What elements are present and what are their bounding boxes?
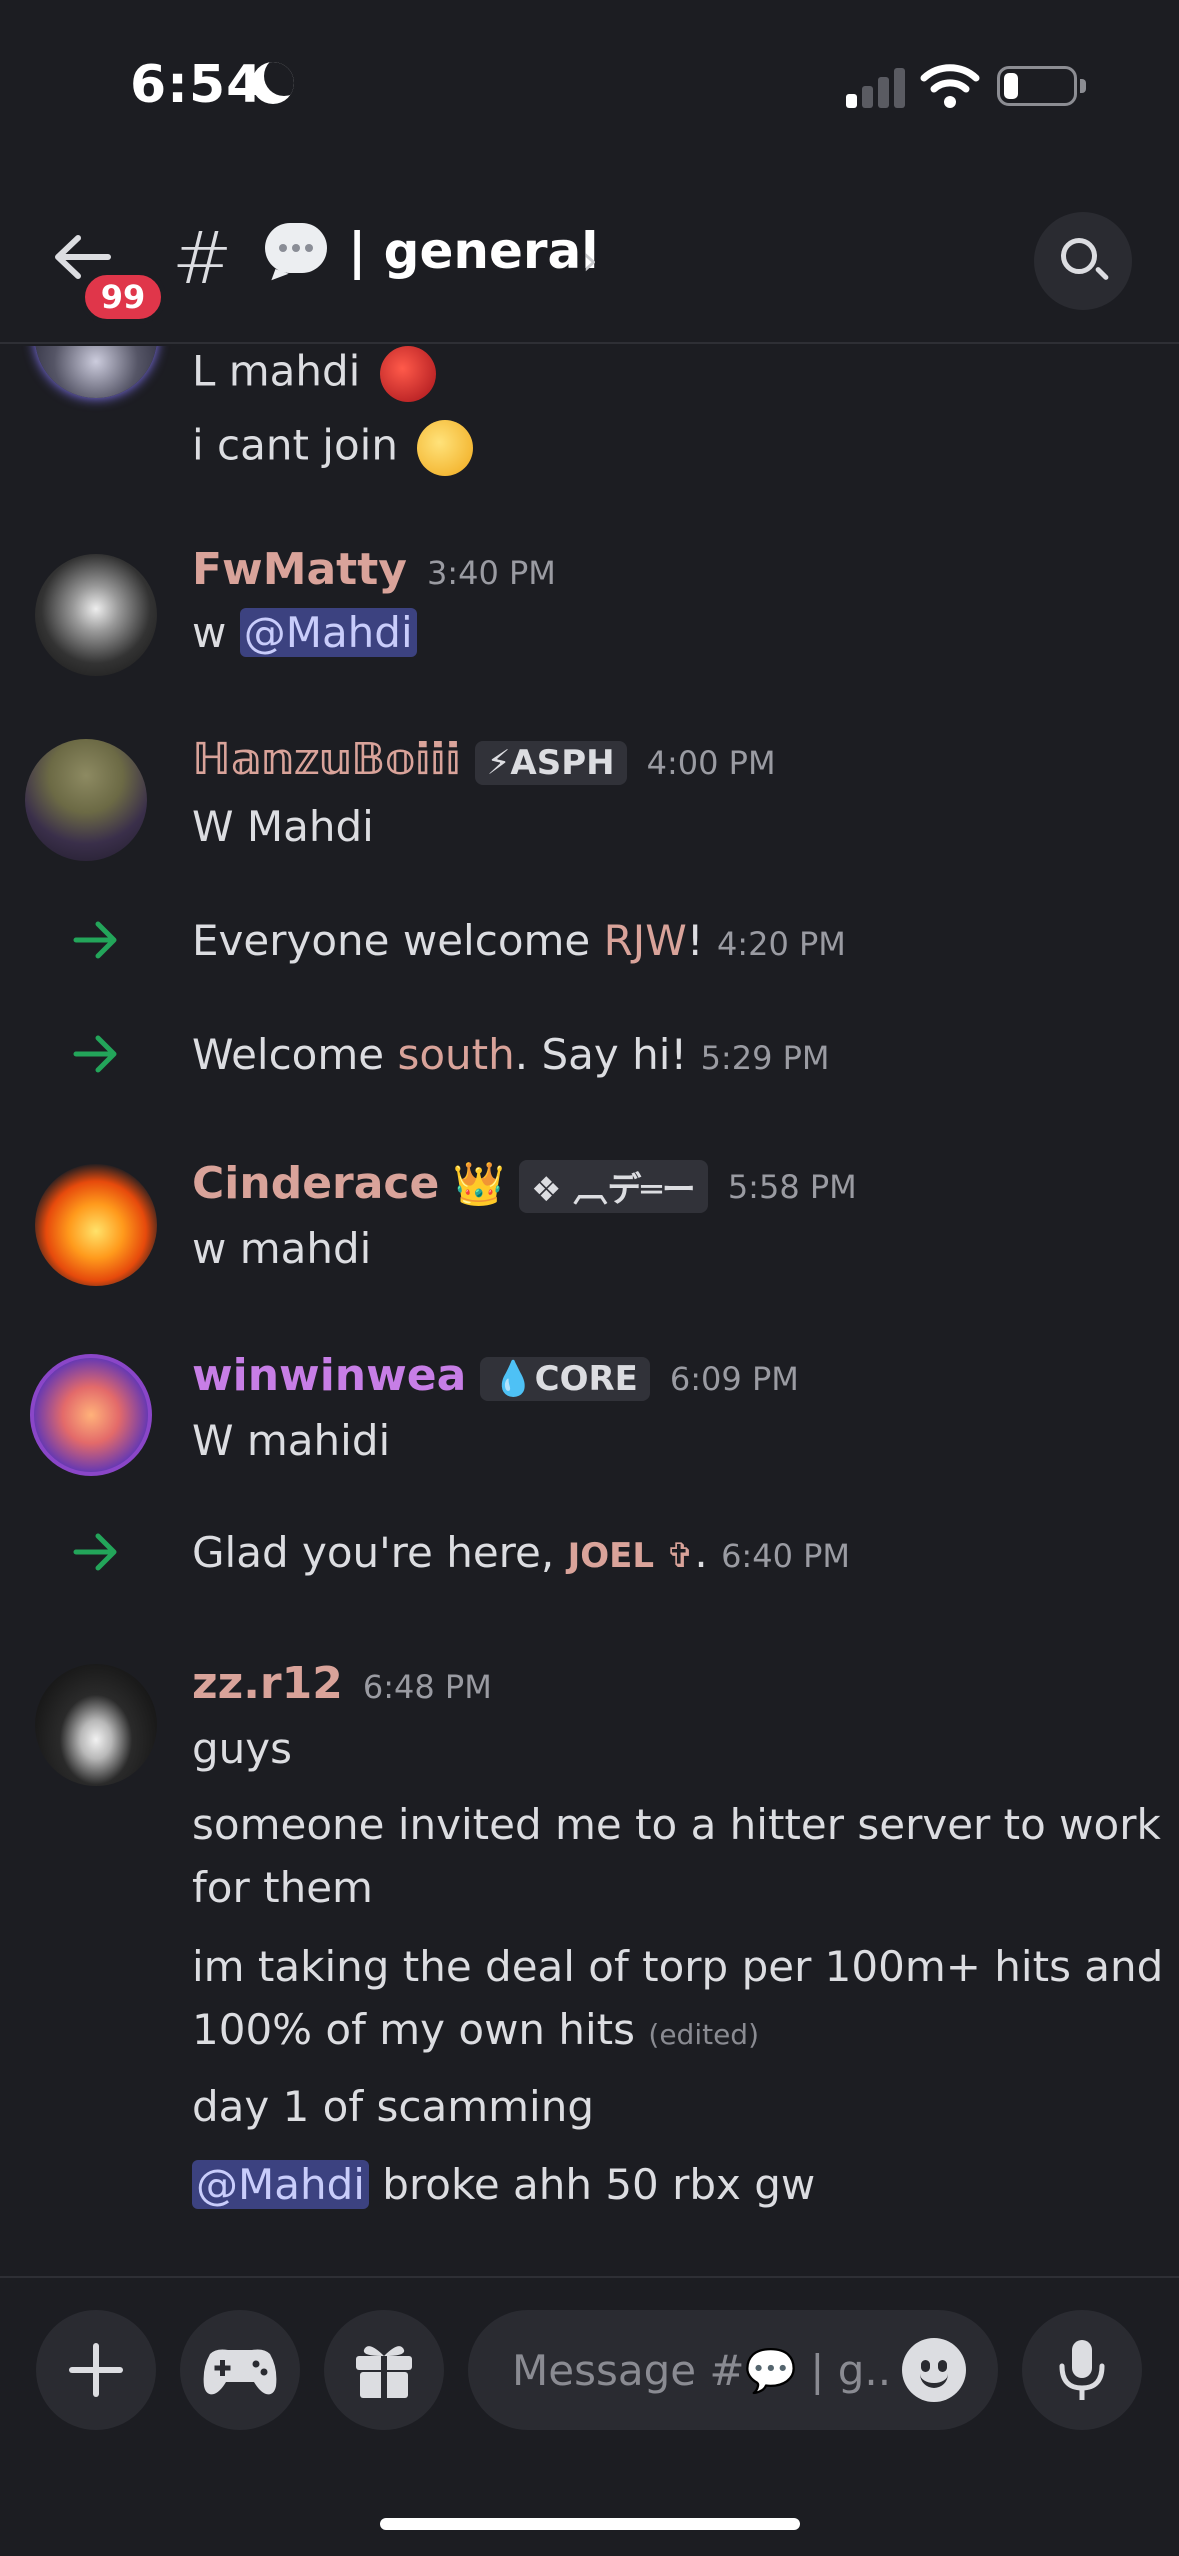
- message-header: zz.r12 6:48 PM: [192, 1658, 492, 1709]
- channel-header: 99 # | general ›: [0, 180, 1179, 344]
- emoji-icon[interactable]: [902, 2338, 966, 2402]
- message-header: Cinderace 👑 ❖ ︹デ═ー 5:58 PM: [192, 1158, 857, 1213]
- message-list[interactable]: L mahdi i cant join FwMatty 3:40 PM w @Ma…: [0, 346, 1179, 2276]
- gamepad-icon: [203, 2349, 277, 2395]
- author-name[interactable]: winwinwea: [192, 1350, 466, 1401]
- edited-label: (edited): [648, 2018, 759, 2051]
- join-arrow-icon: [73, 921, 117, 959]
- battery-icon: [997, 66, 1077, 106]
- join-arrow-icon: [73, 1035, 117, 1073]
- avatar[interactable]: [30, 1354, 152, 1476]
- timestamp: 3:40 PM: [426, 554, 556, 592]
- system-message: Welcome south. Say hi! 5:29 PM: [192, 1030, 830, 1079]
- avatar[interactable]: [35, 346, 157, 398]
- role-tag[interactable]: 💧CORE: [480, 1356, 650, 1401]
- timestamp: 6:40 PM: [721, 1537, 850, 1575]
- timestamp: 5:58 PM: [727, 1168, 857, 1206]
- message-text: w mahdi: [192, 1224, 372, 1273]
- wifi-icon: [920, 64, 980, 108]
- message-input[interactable]: Message #💬 | g..: [468, 2310, 998, 2430]
- message-text: W Mahdi: [192, 802, 374, 851]
- member-name[interactable]: RJW: [604, 916, 687, 965]
- author-name[interactable]: ℍ𝕒𝕟𝕫𝕦𝔹𝕠𝕚𝕚𝕚: [192, 734, 461, 785]
- message-text: 100% of my own hits (edited): [192, 2005, 759, 2054]
- message-input-placeholder: Message #💬 | g..: [512, 2346, 892, 2395]
- avatar[interactable]: [35, 1164, 157, 1286]
- avatar[interactable]: [25, 739, 147, 861]
- message-text: L mahdi: [192, 346, 436, 402]
- chat-bubble-icon: [265, 223, 327, 273]
- gift-icon: [356, 2346, 412, 2398]
- voice-message-button[interactable]: [1022, 2310, 1142, 2430]
- message-header: FwMatty 3:40 PM: [192, 544, 556, 595]
- status-time: 6:54: [130, 55, 264, 115]
- unread-badge: 99: [80, 270, 166, 324]
- activities-button[interactable]: [180, 2310, 300, 2430]
- role-tag[interactable]: ⚡ASPH: [474, 740, 627, 785]
- member-name[interactable]: JOEL ✞: [568, 1536, 695, 1576]
- user-mention[interactable]: @Mahdi: [192, 2160, 369, 2209]
- role-tag[interactable]: ❖ ︹デ═ー: [519, 1160, 708, 1213]
- channel-name[interactable]: | general: [348, 222, 598, 280]
- search-button[interactable]: [1034, 212, 1132, 310]
- gift-button[interactable]: [324, 2310, 444, 2430]
- crown-icon: 👑: [452, 1159, 506, 1208]
- timestamp: 6:48 PM: [362, 1668, 492, 1706]
- message-header: winwinwea 💧CORE 6:09 PM: [192, 1350, 799, 1401]
- avatar[interactable]: [35, 1664, 157, 1786]
- message-text: for them: [192, 1863, 373, 1912]
- timestamp: 6:09 PM: [669, 1360, 799, 1398]
- red-blob-emoji-icon: [379, 346, 436, 402]
- message-text: i cant join: [192, 420, 474, 476]
- system-message: Glad you're here, JOEL ✞. 6:40 PM: [192, 1528, 850, 1577]
- message-text: someone invited me to a hitter server to…: [192, 1800, 1161, 1849]
- signal-icon: [846, 66, 906, 108]
- user-mention[interactable]: @Mahdi: [239, 608, 417, 657]
- microphone-icon: [1059, 2340, 1105, 2400]
- chevron-right-icon[interactable]: ›: [582, 238, 598, 284]
- message-text: w @Mahdi: [192, 608, 417, 657]
- message-text: @Mahdi broke ahh 50 rbx gw: [192, 2160, 815, 2209]
- timestamp: 5:29 PM: [700, 1039, 830, 1077]
- home-indicator[interactable]: [380, 2518, 800, 2530]
- join-arrow-icon: [73, 1533, 117, 1571]
- moon-icon: [252, 62, 294, 104]
- status-bar: 6:54: [0, 0, 1179, 180]
- timestamp: 4:20 PM: [716, 925, 846, 963]
- message-header: ℍ𝕒𝕟𝕫𝕦𝔹𝕠𝕚𝕚𝕚 ⚡ASPH 4:00 PM: [192, 734, 776, 785]
- cursing-face-emoji-icon: [417, 420, 474, 476]
- message-text: im taking the deal of torp per 100m+ hit…: [192, 1942, 1164, 1991]
- timestamp: 4:00 PM: [646, 744, 776, 782]
- author-name[interactable]: zz.r12: [192, 1658, 343, 1709]
- search-icon: [1061, 238, 1097, 274]
- avatar[interactable]: [35, 554, 157, 676]
- message-text: W mahidi: [192, 1416, 391, 1465]
- member-name[interactable]: south: [397, 1030, 514, 1079]
- system-message: Everyone welcome RJW! 4:20 PM: [192, 916, 846, 965]
- message-text: day 1 of scamming: [192, 2082, 594, 2131]
- composer-bar: Message #💬 | g..: [0, 2276, 1179, 2556]
- channel-hash-icon: #: [172, 216, 233, 300]
- author-name[interactable]: Cinderace: [192, 1158, 439, 1209]
- author-name[interactable]: FwMatty: [192, 544, 407, 595]
- add-attachment-button[interactable]: [36, 2310, 156, 2430]
- message-text: guys: [192, 1724, 293, 1773]
